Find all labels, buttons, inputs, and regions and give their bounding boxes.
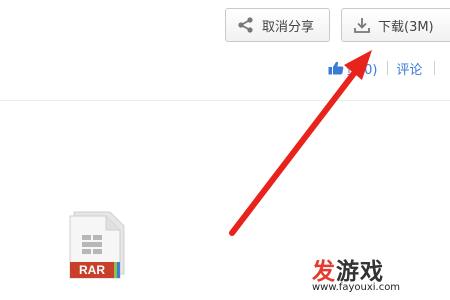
cancel-share-button[interactable]: 取消分享 [225, 8, 330, 42]
comment-link[interactable]: 评论 [396, 59, 422, 78]
file-actions-row: 赞(0) 评论 [328, 58, 436, 78]
like-count: 赞(0) [346, 62, 378, 78]
download-icon [352, 15, 372, 35]
download-button[interactable]: 下载(3M) [341, 8, 450, 42]
rar-file-icon[interactable]: RAR [68, 210, 130, 282]
site-watermark: 发游戏 www.fayouxi.com [312, 252, 400, 293]
watermark-brand: 发游戏 [312, 252, 384, 286]
thumbs-up-icon [328, 61, 344, 75]
separator [387, 61, 389, 75]
separator [434, 61, 436, 75]
download-label: 下载(3M) [378, 19, 434, 35]
cancel-share-label: 取消分享 [262, 19, 315, 35]
watermark-url: www.fayouxi.com [312, 282, 401, 293]
share-icon [236, 15, 256, 35]
section-divider [0, 100, 450, 101]
like-button[interactable]: 赞(0) [328, 59, 377, 78]
rar-type-label: RAR [79, 263, 105, 277]
